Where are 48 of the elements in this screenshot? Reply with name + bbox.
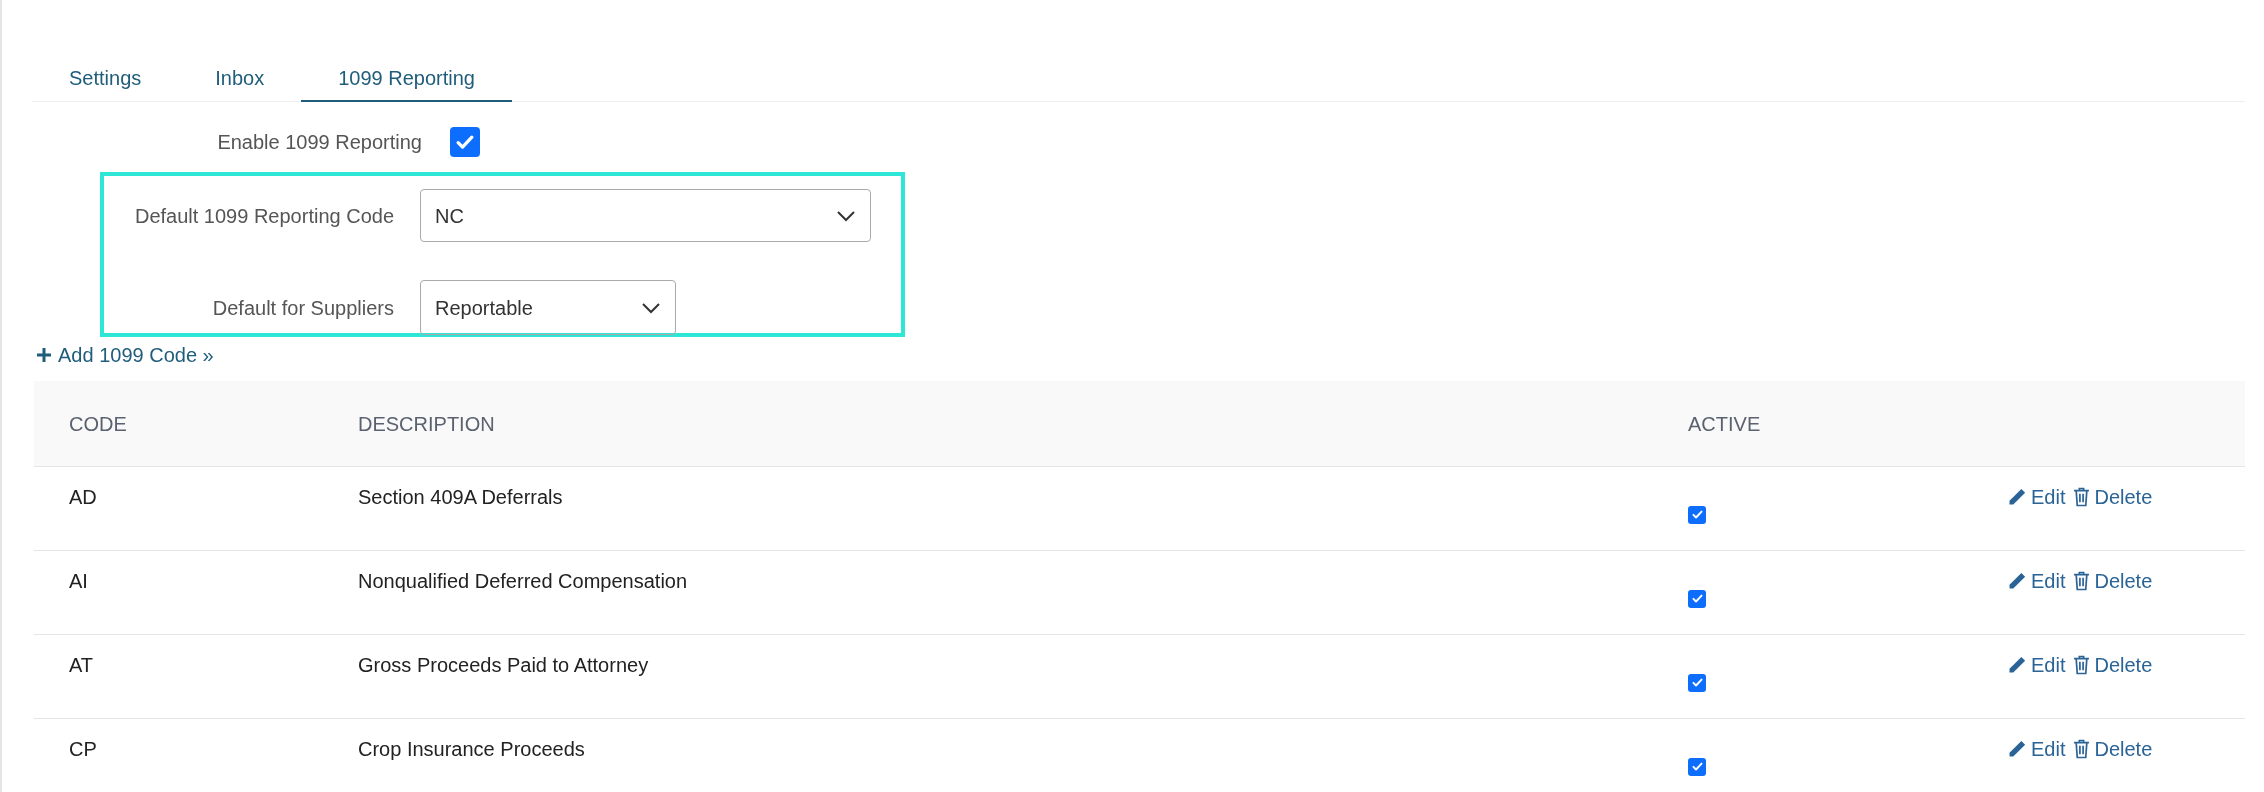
code-select[interactable]: NC — [420, 189, 871, 242]
tab[interactable]: 1099 Reporting — [301, 55, 512, 102]
delete-link[interactable]: Delete — [2073, 482, 2153, 512]
checkbox[interactable] — [1688, 505, 1706, 524]
edit-link[interactable]: Edit — [2007, 650, 2066, 680]
column-header: DESCRIPTION — [358, 411, 496, 437]
field-label: Enable 1099 Reporting — [216, 130, 422, 155]
edit-link[interactable]: Edit — [2007, 482, 2066, 512]
supplier-select[interactable]: Reportable — [420, 280, 676, 335]
table-cell-text: Nonqualified Deferred Compensation — [358, 569, 689, 594]
field-label: Default for Suppliers — [211, 295, 394, 321]
delete-link[interactable]: Delete — [2073, 650, 2153, 680]
table-cell-text: AD — [68, 485, 98, 510]
table-cell-text: Gross Proceeds Paid to Attorney — [358, 653, 650, 678]
checkbox[interactable] — [450, 127, 480, 157]
plus-icon — [36, 347, 52, 363]
trash-icon — [2073, 487, 2091, 507]
trash-icon — [2073, 571, 2091, 591]
edit-link[interactable]: Edit — [2007, 734, 2066, 764]
chevron-icon — [641, 301, 661, 314]
checkbox[interactable] — [1688, 589, 1706, 608]
checkbox[interactable] — [1688, 757, 1706, 776]
check-icon — [1690, 508, 1704, 521]
table-cell-text: AT — [68, 653, 95, 678]
check-icon — [1690, 760, 1704, 773]
checkbox[interactable] — [1688, 673, 1706, 692]
chevron-icon — [836, 209, 856, 222]
table-cell-text: Crop Insurance Proceeds — [358, 737, 586, 762]
edit-link[interactable]: Edit — [2007, 566, 2066, 596]
tab[interactable]: Inbox — [178, 55, 302, 102]
field-label: Default 1099 Reporting Code — [133, 203, 394, 229]
table-cell-text: AI — [68, 569, 89, 594]
column-header: CODE — [68, 411, 128, 437]
pencil-icon — [2007, 739, 2027, 759]
trash-icon — [2073, 655, 2091, 675]
pencil-icon — [2007, 487, 2027, 507]
pencil-icon — [2007, 655, 2027, 675]
table-cell-text: CP — [68, 737, 98, 762]
delete-link[interactable]: Delete — [2073, 566, 2153, 596]
trash-icon — [2073, 739, 2091, 759]
table-cell-text: Section 409A Deferrals — [358, 485, 564, 510]
delete-link[interactable]: Delete — [2073, 734, 2153, 764]
pencil-icon — [2007, 571, 2027, 591]
tab[interactable]: Settings — [32, 55, 179, 102]
check-icon — [1690, 592, 1704, 605]
column-header: ACTIVE — [1688, 411, 1762, 437]
check-icon — [1690, 676, 1704, 689]
add-code-link[interactable]: Add 1099 Code » — [36, 339, 214, 371]
